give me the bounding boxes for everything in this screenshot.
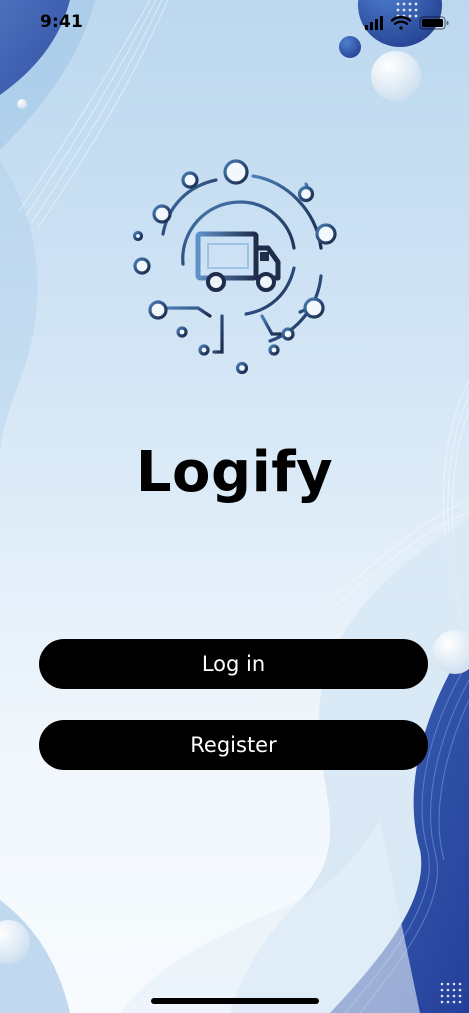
login-button[interactable]: Log in [39, 639, 428, 689]
background-decoration [0, 0, 469, 1013]
delivery-truck-circuit-icon [132, 159, 337, 375]
splash-screen: 9:41 Logify Log in Register [0, 0, 469, 1013]
truck-icon [195, 231, 281, 292]
status-bar: 9:41 [0, 0, 469, 48]
status-icons [365, 15, 449, 30]
home-indicator[interactable] [151, 998, 319, 1004]
status-time: 9:41 [40, 12, 84, 32]
app-title: Logify [135, 440, 334, 505]
wifi-icon [390, 15, 412, 30]
register-button[interactable]: Register [39, 720, 428, 770]
cellular-signal-icon [365, 16, 383, 30]
battery-icon [419, 16, 449, 30]
